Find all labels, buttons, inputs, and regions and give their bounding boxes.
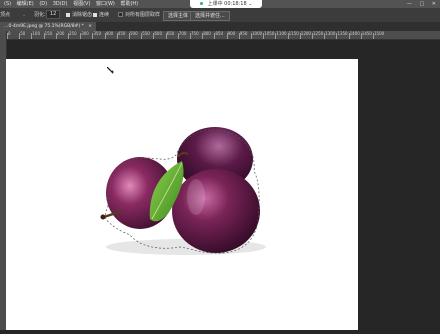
- ruler-tick-label: 1000: [250, 31, 263, 39]
- ruler-tick-label: 100: [31, 31, 41, 39]
- ruler-tick-label: 900: [226, 31, 236, 39]
- magic-wand-cursor-icon: [107, 67, 114, 74]
- feather-label: 羽化:: [34, 12, 46, 18]
- close-icon[interactable]: ✕: [432, 1, 436, 7]
- ruler-tick-label: 750: [190, 31, 199, 39]
- ruler-tick-label: 1450: [360, 31, 372, 39]
- selection-mode[interactable]: 顶点: [0, 8, 10, 22]
- ruler-tick-label: 500: [129, 31, 138, 39]
- antialias-option[interactable]: 消除锯齿: [66, 8, 92, 22]
- menu-item-3d[interactable]: 3D(D): [53, 0, 68, 8]
- select-and-mask-button[interactable]: 选择并遮住...: [190, 11, 230, 21]
- ruler-tick-label: 250: [68, 31, 77, 39]
- document-canvas[interactable]: [6, 59, 358, 330]
- ruler-tick-label: 1150: [287, 31, 299, 39]
- horizontal-ruler[interactable]: 0 50 100 150 200 250 300 350 400 450 500 550 600 650 7…: [6, 31, 440, 40]
- ruler-tick-label: 1200: [299, 31, 311, 39]
- ruler-tick-label: 550: [141, 31, 150, 39]
- window-controls: — □ ✕: [401, 0, 436, 8]
- status-dot-icon: [200, 2, 203, 5]
- ruler-tick-label: 800: [202, 31, 211, 39]
- maximize-icon[interactable]: □: [419, 1, 424, 7]
- ruler-tick-label: 600: [153, 31, 163, 39]
- menu-item-view[interactable]: 视图(V): [73, 0, 90, 8]
- options-bar: 顶点 ⌄ 羽化: 12 消除锯齿 连续 对所有图层取样 选择主体 选择并遮住..…: [0, 8, 440, 23]
- checkbox-icon: [93, 12, 97, 17]
- menu-item[interactable]: (D): [39, 0, 47, 8]
- ruler-tick-label: 350: [92, 31, 102, 39]
- ruler-tick-label: 1300: [324, 31, 336, 39]
- ruler-tick-label: 0: [7, 31, 11, 39]
- plum-image: [100, 127, 266, 255]
- checkbox-icon: [66, 12, 70, 17]
- ruler-tick-label: 1050: [263, 31, 275, 39]
- ruler-tick-label: 1500: [372, 31, 385, 39]
- ruler-tick-label: 450: [116, 31, 126, 39]
- tab-close-icon[interactable]: ×: [88, 24, 92, 29]
- ruler-tick-label: 950: [238, 31, 248, 39]
- feather-input[interactable]: 12: [46, 10, 61, 19]
- menu-item-window[interactable]: 窗口(W): [96, 0, 115, 8]
- menu-item-help[interactable]: 帮助(H): [120, 0, 138, 8]
- options-divider: ⌄: [22, 12, 27, 18]
- document-tab[interactable]: …0-4m9E.jpeg @ 75.1%(RGB/8#) * ×: [0, 22, 97, 31]
- checkbox-icon: [118, 12, 123, 17]
- ruler-tick-label: 850: [214, 31, 224, 39]
- ruler-tick-label: 1400: [348, 31, 360, 39]
- ruler-tick-label: 650: [165, 31, 175, 39]
- select-subject-button[interactable]: 选择主体: [163, 11, 194, 21]
- ruler-tick-label: 400: [104, 31, 114, 39]
- ruler-tick-label: 1100: [275, 31, 287, 39]
- ruler-tick-label: 1350: [336, 31, 348, 39]
- ruler-tick-label: 150: [43, 31, 53, 39]
- class-timer[interactable]: 上课中 00:18:18 ⌄: [190, 0, 263, 8]
- timer-label: 上课中 00:18:18: [207, 1, 247, 7]
- contiguous-option[interactable]: 连续: [93, 8, 109, 22]
- menu-item[interactable]: (S): [4, 0, 11, 8]
- document-tab-label: …0-4m9E.jpeg @ 75.1%(RGB/8#) *: [4, 24, 84, 29]
- chevron-down-icon: ⌄: [248, 1, 253, 7]
- ruler-tick-label: 1250: [311, 31, 324, 39]
- document-tab-bar: …0-4m9E.jpeg @ 75.1%(RGB/8#) * ×: [0, 22, 440, 31]
- menu-item-edit[interactable]: 编辑(E): [17, 0, 34, 8]
- ruler-tick-label: 50: [19, 31, 26, 39]
- ruler-tick-label: 700: [177, 31, 187, 39]
- ruler-tick-label: 300: [80, 31, 89, 39]
- minimize-icon[interactable]: —: [407, 1, 412, 7]
- ruler-tick-label: 200: [55, 31, 65, 39]
- sample-all-option[interactable]: 对所有图层取样: [118, 8, 160, 22]
